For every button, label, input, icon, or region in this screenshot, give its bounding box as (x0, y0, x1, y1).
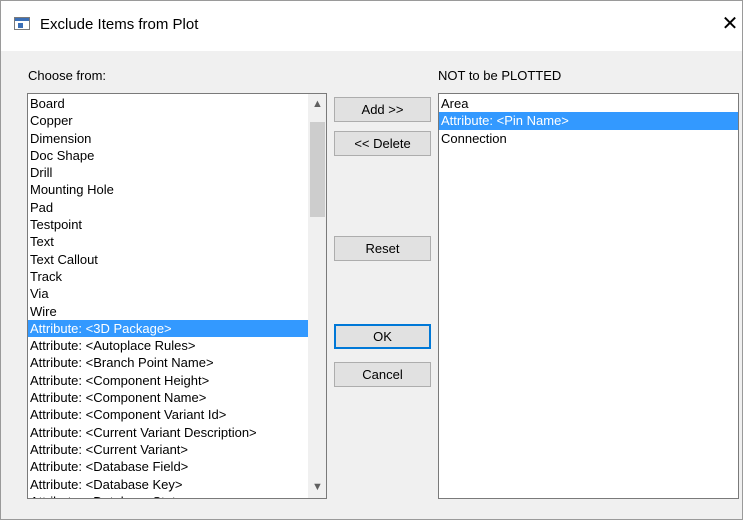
list-item[interactable]: Copper (28, 112, 309, 129)
list-item[interactable]: Doc Shape (28, 147, 309, 164)
scroll-up-icon[interactable]: ▲ (309, 96, 326, 113)
list-item[interactable]: Attribute: <3D Package> (28, 319, 309, 338)
exclude-items-dialog: Exclude Items from Plot ✕ Choose from: N… (0, 0, 743, 520)
list-item[interactable]: Text Callout (28, 251, 309, 268)
choose-from-label: Choose from: (28, 68, 107, 83)
list-item[interactable]: Attribute: <Component Variant Id> (28, 406, 309, 423)
list-item[interactable]: Area (439, 95, 738, 112)
close-icon[interactable]: ✕ (719, 11, 741, 37)
list-item[interactable]: Dimension (28, 130, 309, 147)
choose-from-listbox[interactable]: Board Copper Dimension Doc Shape Drill Mounti… (27, 93, 327, 499)
list-item[interactable]: Attribute: <Database Key> (28, 476, 309, 493)
list-item[interactable]: Attribute: <Current Variant> (28, 441, 309, 458)
delete-button[interactable]: << Delete (334, 131, 431, 156)
list-item[interactable]: Attribute: <Pin Name> (439, 112, 738, 130)
list-item[interactable]: Mounting Hole (28, 181, 309, 198)
not-plotted-label: NOT to be PLOTTED (438, 68, 562, 83)
list-item[interactable]: Board (28, 95, 309, 112)
not-plotted-listbox[interactable]: Area Attribute: <Pin Name> Connection (438, 93, 739, 499)
add-button[interactable]: Add >> (334, 97, 431, 122)
list-item[interactable]: Track (28, 268, 309, 285)
list-item[interactable]: Attribute: <Current Variant Description> (28, 424, 309, 441)
list-item[interactable]: Via (28, 285, 309, 302)
list-item[interactable]: Attribute: <Database Status> (28, 493, 309, 498)
title-bar: Exclude Items from Plot ✕ (1, 1, 742, 51)
list-item[interactable]: Wire (28, 303, 309, 320)
vertical-scrollbar[interactable]: ▲ ▼ (308, 94, 326, 498)
list-item[interactable]: Attribute: <Component Name> (28, 389, 309, 406)
scroll-down-icon[interactable]: ▼ (309, 479, 326, 496)
scrollbar-thumb[interactable] (310, 122, 325, 217)
list-item[interactable]: Pad (28, 199, 309, 216)
list-item[interactable]: Attribute: <Branch Point Name> (28, 354, 309, 371)
list-item[interactable]: Drill (28, 164, 309, 181)
list-item[interactable]: Attribute: <Database Field> (28, 458, 309, 475)
reset-button[interactable]: Reset (334, 236, 431, 261)
list-item[interactable]: Attribute: <Autoplace Rules> (28, 337, 309, 354)
window-title: Exclude Items from Plot (40, 16, 199, 33)
ok-button[interactable]: OK (334, 324, 431, 349)
list-item[interactable]: Testpoint (28, 216, 309, 233)
cancel-button[interactable]: Cancel (334, 362, 431, 387)
list-item[interactable]: Connection (439, 130, 738, 147)
app-window-icon (14, 17, 30, 30)
list-item[interactable]: Text (28, 233, 309, 250)
list-item[interactable]: Attribute: <Component Height> (28, 372, 309, 389)
